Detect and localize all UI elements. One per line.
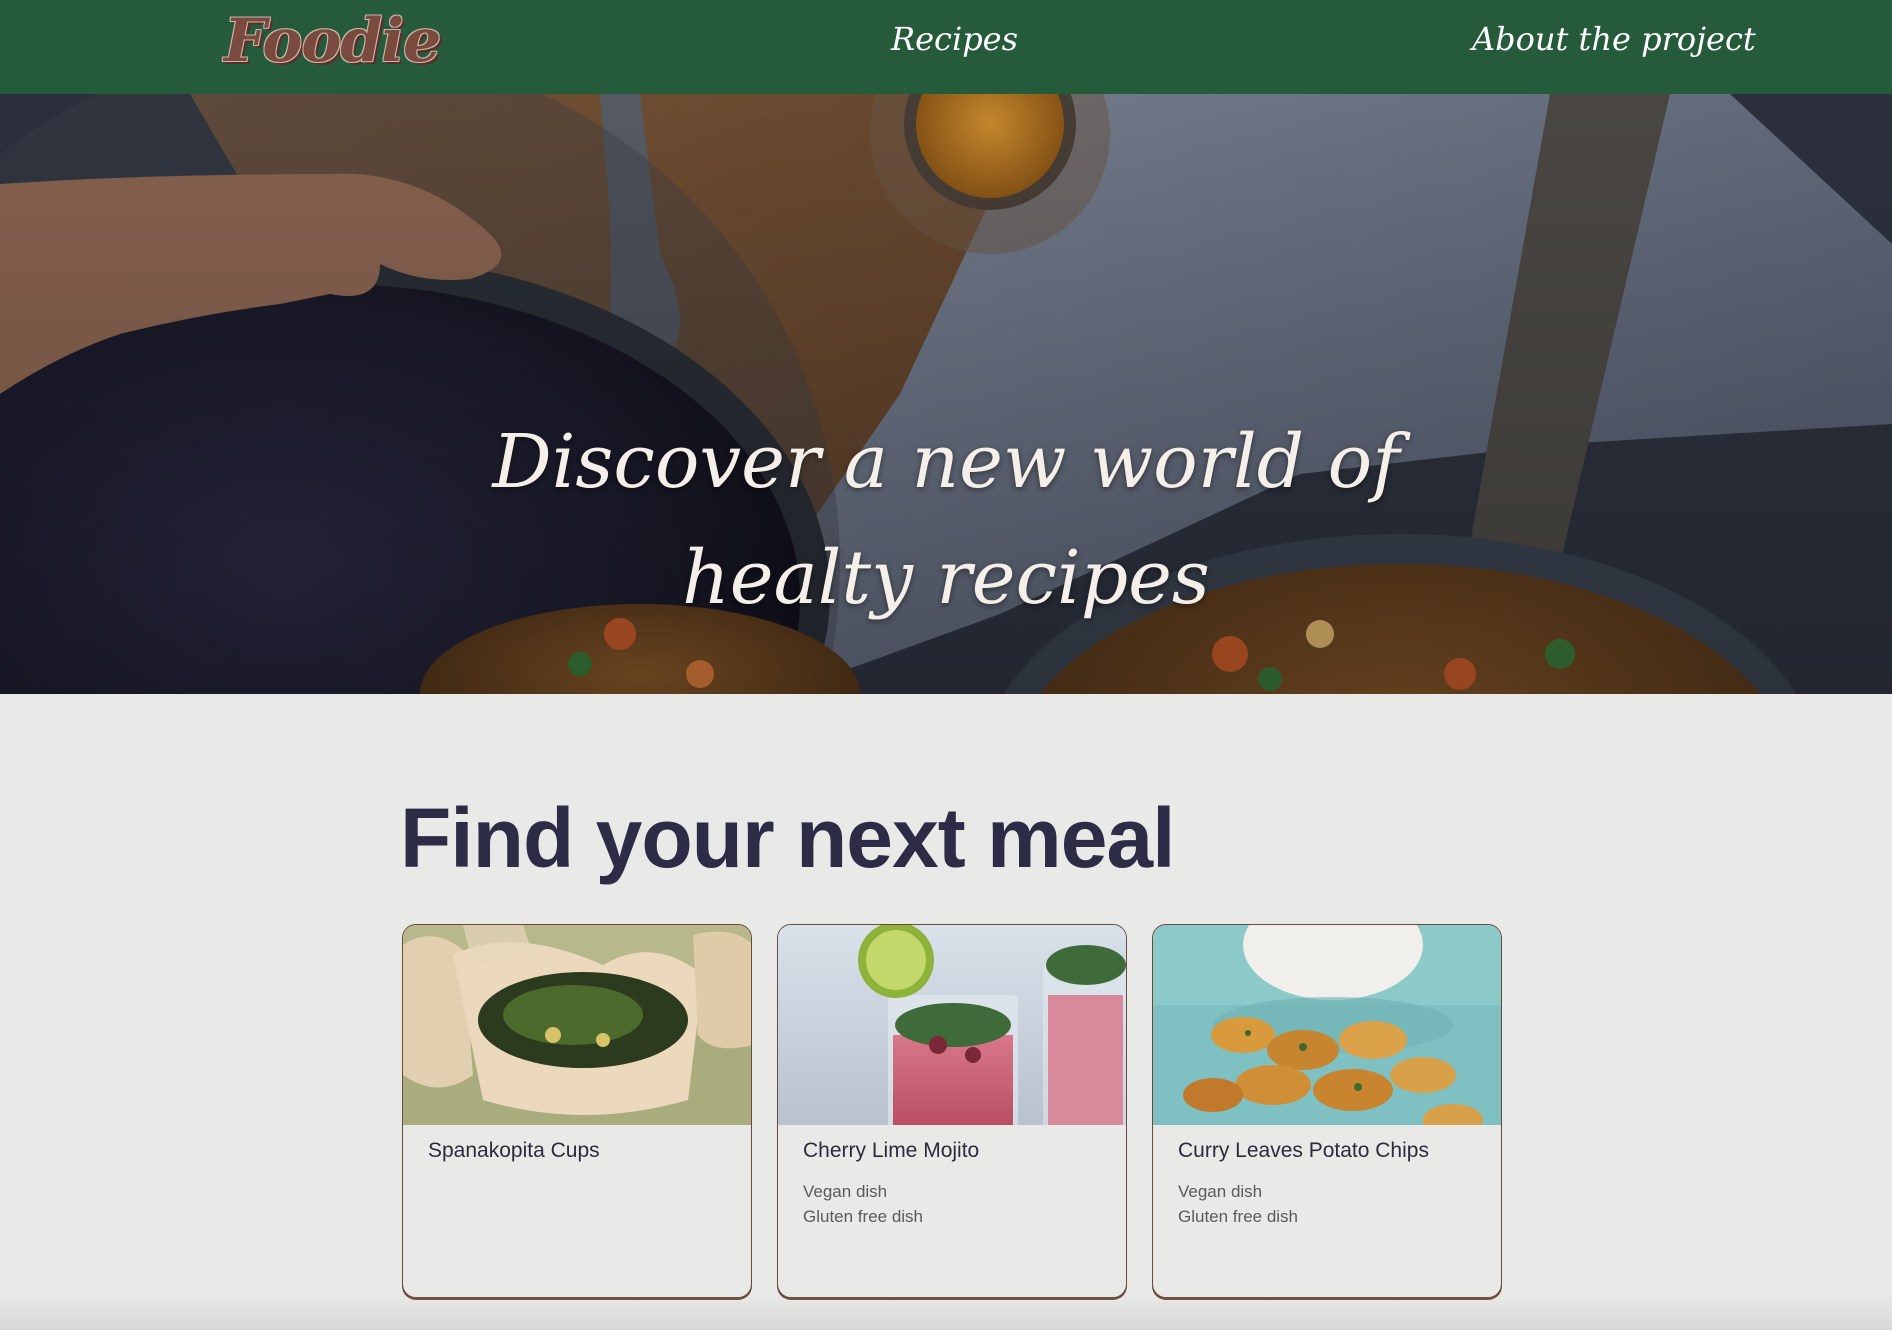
recipe-card[interactable]: Curry Leaves Potato Chips Vegan dish Glu… xyxy=(1152,924,1502,1298)
recipe-image-mojito xyxy=(778,925,1126,1125)
recipe-tags: Vegan dish Gluten free dish xyxy=(803,1179,923,1229)
section-heading: Find your next meal xyxy=(400,791,1175,885)
hero-title-line-2: healty recipes xyxy=(682,535,1210,621)
recipe-image-chips xyxy=(1153,925,1501,1125)
recipe-title: Curry Leaves Potato Chips xyxy=(1178,1139,1429,1162)
recipe-tags: Vegan dish Gluten free dish xyxy=(1178,1179,1298,1229)
hero-title-line-1: Discover a new world of xyxy=(492,419,1400,505)
logo[interactable]: Foodie xyxy=(224,6,441,76)
recipe-card[interactable]: Spanakopita Cups xyxy=(402,924,752,1298)
tag-gluten-free: Gluten free dish xyxy=(803,1207,924,1226)
tag-vegan: Vegan dish xyxy=(1178,1182,1263,1201)
hero-title: Discover a new world of healty recipes xyxy=(0,404,1892,636)
recipe-title: Cherry Lime Mojito xyxy=(803,1139,980,1162)
nav-link-about[interactable]: About the project xyxy=(1472,20,1756,58)
tag-vegan: Vegan dish xyxy=(803,1182,888,1201)
hero-banner: Discover a new world of healty recipes xyxy=(0,94,1892,694)
recipes-section: Find your next meal Spanakopita Cups Che… xyxy=(0,694,1892,1330)
nav-link-recipes[interactable]: Recipes xyxy=(891,20,1018,58)
recipe-title: Spanakopita Cups xyxy=(428,1139,600,1162)
recipe-image-spanakopita xyxy=(403,925,751,1125)
recipe-card[interactable]: Cherry Lime Mojito Vegan dish Gluten fre… xyxy=(777,924,1127,1298)
top-nav: Foodie Recipes About the project xyxy=(0,0,1892,94)
tag-gluten-free: Gluten free dish xyxy=(1178,1207,1299,1226)
